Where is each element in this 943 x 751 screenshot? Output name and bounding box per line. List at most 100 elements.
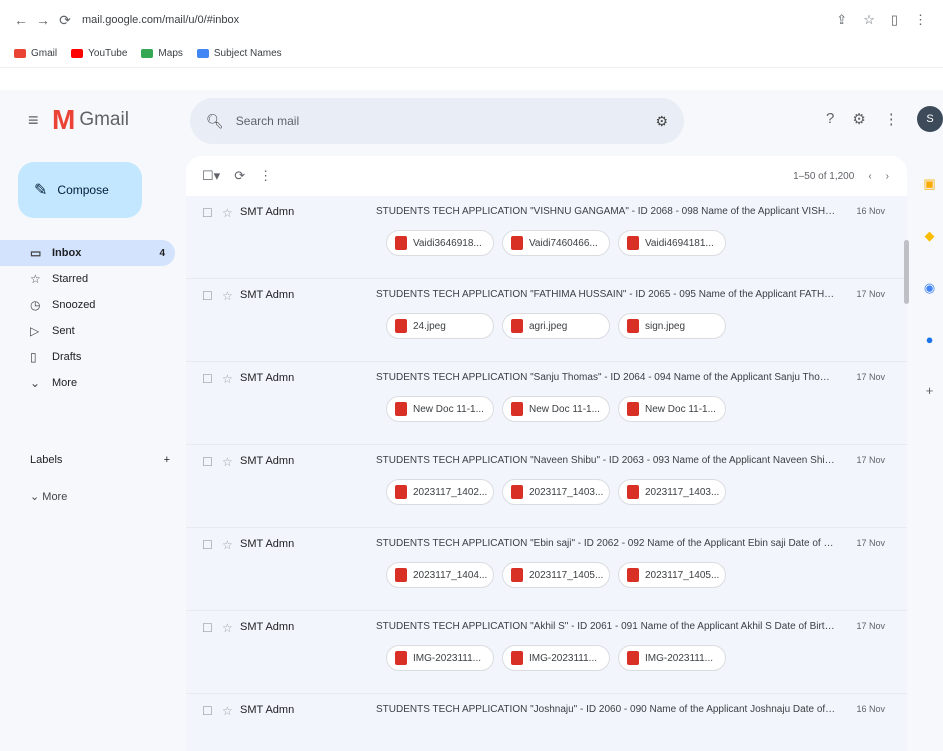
attachment-name: 24.jpeg [413,320,446,332]
attachment-chip[interactable]: 24.jpeg [386,313,494,339]
attachment-chip[interactable]: Vaidi3646918... [386,230,494,256]
file-icon [395,319,407,333]
attachment-chip[interactable]: New Doc 11-1... [386,396,494,422]
file-icon [627,319,639,333]
email-sender: SMT Admn [240,455,295,467]
attachment-chip[interactable]: New Doc 11-1... [618,396,726,422]
attachment-chip[interactable]: Vaidi7460466... [502,230,610,256]
labels-more[interactable]: ⌄ More [30,490,67,503]
keep-icon[interactable]: ◆ [925,228,935,244]
search-icon[interactable]: 🔍︎ [206,113,224,130]
chevron-right-icon[interactable]: › [886,171,889,182]
select-all-checkbox[interactable]: ☐▾ [202,168,220,184]
attachment-chip[interactable]: 2023117_1404... [386,562,494,588]
email-date: 16 Nov [856,206,885,216]
sidepanel-icon[interactable]: ▯ [891,12,898,28]
reload-icon[interactable]: ⟳ [54,12,76,29]
attachment-chips: 2023117_1404... 2023117_1405... 2023117_14… [386,562,726,588]
sidebar-item-snoozed[interactable]: ◷ Snoozed [0,292,175,318]
row-checkbox[interactable]: ☐ [202,206,213,220]
file-icon [511,568,523,582]
attachment-chip[interactable]: 2023117_1405... [502,562,610,588]
row-checkbox[interactable]: ☐ [202,538,213,552]
email-subject: STUDENTS TECH APPLICATION "Sanju Thomas"… [376,372,836,383]
bookmark-item[interactable]: Maps [141,48,183,59]
attachment-name: New Doc 11-1... [645,403,716,415]
add-label-icon[interactable]: + [164,454,170,466]
attachment-name: Vaidi7460466... [529,237,598,249]
star-icon[interactable]: ☆ [222,704,233,718]
compose-button[interactable]: ✎ Compose [18,162,142,218]
tasks-icon[interactable]: ◉ [924,280,935,296]
share-icon[interactable]: ⇪ [836,12,847,28]
add-addon-icon[interactable]: + [926,383,934,398]
attachment-chip[interactable]: 2023117_1403... [618,479,726,505]
email-date: 16 Nov [856,704,885,714]
chevron-left-icon[interactable]: ‹ [868,171,871,182]
email-subject: STUDENTS TECH APPLICATION "Naveen Shibu"… [376,455,836,466]
email-row[interactable]: ☐ ☆ SMT Admn STUDENTS TECH APPLICATION "Akh… [186,611,907,694]
attachment-chip[interactable]: sign.jpeg [618,313,726,339]
star-icon[interactable]: ☆ [222,206,233,220]
hamburger-menu-icon[interactable]: ≡ [28,110,39,131]
attachment-chip[interactable]: IMG-2023111... [386,645,494,671]
star-icon[interactable]: ☆ [222,372,233,386]
avatar[interactable]: S [917,106,943,132]
attachment-name: Vaidi4694181... [645,237,714,249]
browser-menu-icon[interactable]: ⋮ [914,12,927,28]
attachment-chip[interactable]: 2023117_1403... [502,479,610,505]
url-bar[interactable]: mail.google.com/mail/u/0/#inbox [82,14,836,26]
attachment-name: 2023117_1405... [645,569,720,581]
email-row[interactable]: ☐ ☆ SMT Admn STUDENTS TECH APPLICATION "San… [186,362,907,445]
bookmark-item[interactable]: Subject Names [196,48,282,59]
gmail-logo[interactable]: M Gmail [52,104,129,136]
row-checkbox[interactable]: ☐ [202,704,213,718]
help-icon[interactable]: ? [826,110,834,128]
send-icon: ▷ [30,324,40,338]
row-checkbox[interactable]: ☐ [202,455,213,469]
bookmark-item[interactable]: Gmail [14,48,57,59]
filter-icon[interactable]: ⚙ [655,113,668,130]
star-icon[interactable]: ☆ [222,455,233,469]
attachment-chip[interactable]: 2023117_1405... [618,562,726,588]
calendar-icon[interactable]: ▣ [923,176,935,192]
attachment-chip[interactable]: New Doc 11-1... [502,396,610,422]
sidebar-item-drafts[interactable]: ▯ Drafts [0,344,175,370]
star-icon[interactable]: ☆ [222,289,233,303]
refresh-icon[interactable]: ⟳ [234,168,245,184]
sidebar-item-more[interactable]: ⌄ More [0,370,175,396]
email-row[interactable]: ☐ ☆ SMT Admn STUDENTS TECH APPLICATION "FAT… [186,279,907,362]
bookmark-star-icon[interactable]: ☆ [863,12,875,28]
bookmark-item[interactable]: YouTube [71,48,127,59]
email-row[interactable]: ☐ ☆ SMT Admn STUDENTS TECH APPLICATION "Jos… [186,694,907,751]
star-icon[interactable]: ☆ [222,538,233,552]
apps-grid-icon[interactable]: ⋮ [884,110,899,128]
star-icon[interactable]: ☆ [222,621,233,635]
settings-icon[interactable]: ⚙ [852,110,865,128]
email-sender: SMT Admn [240,621,295,633]
attachment-chip[interactable]: IMG-2023111... [618,645,726,671]
row-checkbox[interactable]: ☐ [202,372,213,386]
search-input[interactable]: Search mail [236,114,656,128]
sidebar-item-sent[interactable]: ▷ Sent [0,318,175,344]
more-options-icon[interactable]: ⋮ [259,168,272,184]
email-row[interactable]: ☐ ☆ SMT Admn STUDENTS TECH APPLICATION "Ebi… [186,528,907,611]
attachment-chip[interactable]: agri.jpeg [502,313,610,339]
attachment-chip[interactable]: Vaidi4694181... [618,230,726,256]
email-row[interactable]: ☐ ☆ SMT Admn STUDENTS TECH APPLICATION "Nav… [186,445,907,528]
email-row[interactable]: ☐ ☆ SMT Admn STUDENTS TECH APPLICATION "VIS… [186,196,907,279]
search-bar[interactable]: 🔍︎ Search mail ⚙ [190,98,684,144]
back-icon[interactable]: ← [10,12,32,28]
inbox-count: 4 [159,247,165,259]
sidebar-item-inbox[interactable]: ▭ Inbox 4 [0,240,175,266]
contacts-icon[interactable]: ● [926,332,934,347]
attachment-chip[interactable]: IMG-2023111... [502,645,610,671]
forward-icon[interactable]: → [32,12,54,28]
attachment-chip[interactable]: 2023117_1402... [386,479,494,505]
attachment-name: 2023117_1402... [413,486,488,498]
sidebar-item-starred[interactable]: ☆ Starred [0,266,175,292]
row-checkbox[interactable]: ☐ [202,621,213,635]
attachment-name: New Doc 11-1... [529,403,600,415]
row-checkbox[interactable]: ☐ [202,289,213,303]
scrollbar[interactable] [904,240,909,304]
